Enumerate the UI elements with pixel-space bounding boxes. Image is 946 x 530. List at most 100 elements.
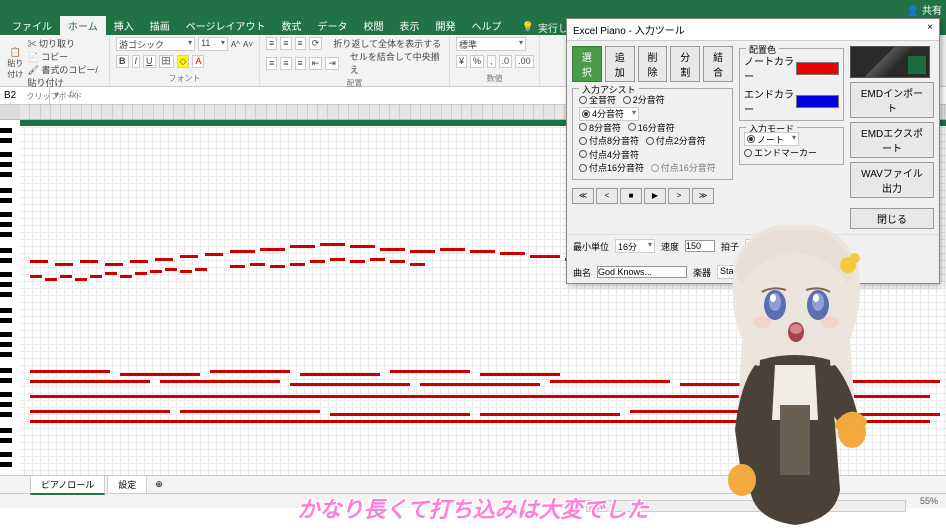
note[interactable]: [165, 268, 177, 271]
col-header[interactable]: [92, 105, 102, 119]
op-join[interactable]: 結合: [703, 46, 733, 82]
note[interactable]: [30, 260, 48, 263]
emd-export-button[interactable]: EMDエクスポート: [850, 122, 934, 158]
note[interactable]: [410, 263, 425, 266]
font-name[interactable]: 游ゴシック: [116, 37, 195, 51]
align-mid-icon[interactable]: ≡: [280, 37, 291, 50]
col-header[interactable]: [339, 105, 349, 119]
col-header[interactable]: [287, 105, 297, 119]
currency-icon[interactable]: ¥: [456, 55, 467, 68]
tab-dev[interactable]: 開発: [428, 16, 464, 35]
tab-data[interactable]: データ: [310, 16, 356, 35]
minunit-select[interactable]: 16分: [615, 239, 655, 253]
grow-font-icon[interactable]: A^: [231, 40, 240, 49]
note[interactable]: [30, 370, 110, 373]
col-header[interactable]: [328, 105, 338, 119]
number-format[interactable]: 標準: [456, 37, 526, 51]
col-header[interactable]: [359, 105, 369, 119]
col-header[interactable]: [318, 105, 328, 119]
format-painter[interactable]: 🖌 書式のコピー/貼り付け: [27, 63, 103, 89]
note[interactable]: [330, 413, 470, 416]
align-center-icon[interactable]: ≡: [280, 57, 291, 70]
align-top-icon[interactable]: ≡: [266, 37, 277, 50]
rewind-button[interactable]: ≪: [572, 188, 594, 204]
col-header[interactable]: [256, 105, 266, 119]
note[interactable]: [410, 250, 435, 253]
col-header[interactable]: [442, 105, 452, 119]
note[interactable]: [30, 410, 170, 413]
col-header[interactable]: [277, 105, 287, 119]
beat-select[interactable]: 4/4: [745, 239, 781, 253]
col-header[interactable]: [483, 105, 493, 119]
col-header[interactable]: [30, 105, 40, 119]
play-button[interactable]: ▶: [644, 188, 666, 204]
note[interactable]: [260, 248, 285, 251]
note[interactable]: [155, 258, 173, 261]
note[interactable]: [680, 383, 800, 386]
col-header[interactable]: [503, 105, 513, 119]
copy-button[interactable]: 📄 コピー: [27, 50, 103, 63]
col-header[interactable]: [400, 105, 410, 119]
align-left-icon[interactable]: ≡: [266, 57, 277, 70]
note[interactable]: [135, 272, 147, 275]
col-header[interactable]: [133, 105, 143, 119]
radio-dots[interactable]: 付点16分音符: [579, 161, 644, 174]
note[interactable]: [420, 383, 540, 386]
note[interactable]: [30, 275, 42, 278]
note[interactable]: [180, 410, 320, 413]
col-header[interactable]: [215, 105, 225, 119]
note[interactable]: [440, 248, 465, 251]
end-color-swatch[interactable]: [796, 95, 839, 108]
note[interactable]: [480, 413, 620, 416]
orient-icon[interactable]: ⟳: [309, 37, 323, 50]
close-button[interactable]: 閉じる: [850, 208, 934, 229]
note[interactable]: [350, 245, 375, 248]
radio-quarter[interactable]: 4分音符: [579, 107, 639, 121]
note[interactable]: [195, 268, 207, 271]
wav-export-button[interactable]: WAVファイル出力: [850, 162, 934, 198]
col-header[interactable]: [154, 105, 164, 119]
col-header[interactable]: [411, 105, 421, 119]
tab-help[interactable]: ヘルプ: [464, 16, 510, 35]
note[interactable]: [810, 380, 940, 383]
col-header[interactable]: [82, 105, 92, 119]
tab-draw[interactable]: 描画: [142, 16, 178, 35]
col-header[interactable]: [246, 105, 256, 119]
close-icon[interactable]: ×: [927, 22, 933, 37]
col-header[interactable]: [236, 105, 246, 119]
note[interactable]: [180, 270, 192, 273]
radio-dotq[interactable]: 付点4分音符: [579, 148, 639, 161]
col-header[interactable]: [267, 105, 277, 119]
note[interactable]: [290, 383, 410, 386]
italic-button[interactable]: I: [132, 55, 141, 68]
col-header[interactable]: [308, 105, 318, 119]
note[interactable]: [470, 250, 495, 253]
note[interactable]: [550, 380, 670, 383]
op-add[interactable]: 追加: [605, 46, 635, 82]
note[interactable]: [90, 275, 102, 278]
col-header[interactable]: [555, 105, 565, 119]
op-select[interactable]: 選択: [572, 46, 602, 82]
new-sheet-icon[interactable]: ⊕: [149, 477, 169, 492]
font-size[interactable]: 11: [198, 37, 228, 51]
dialog-title[interactable]: Excel Piano - 入力ツール×: [567, 19, 939, 41]
col-header[interactable]: [195, 105, 205, 119]
col-header[interactable]: [421, 105, 431, 119]
align-bot-icon[interactable]: ≡: [295, 37, 306, 50]
comma-icon[interactable]: ,: [487, 55, 496, 68]
tab-view[interactable]: 表示: [392, 16, 428, 35]
note[interactable]: [290, 263, 305, 266]
mode-note[interactable]: ノート: [744, 132, 799, 146]
note[interactable]: [390, 260, 405, 263]
note[interactable]: [130, 260, 148, 263]
col-header[interactable]: [51, 105, 61, 119]
col-header[interactable]: [61, 105, 71, 119]
note[interactable]: [390, 370, 470, 373]
inc-decimal-icon[interactable]: .0: [499, 55, 513, 68]
tab-review[interactable]: 校閲: [356, 16, 392, 35]
note[interactable]: [250, 263, 265, 266]
note[interactable]: [210, 370, 290, 373]
col-header[interactable]: [205, 105, 215, 119]
tab-formula[interactable]: 数式: [274, 16, 310, 35]
share-button[interactable]: 👤 共有: [907, 2, 942, 17]
